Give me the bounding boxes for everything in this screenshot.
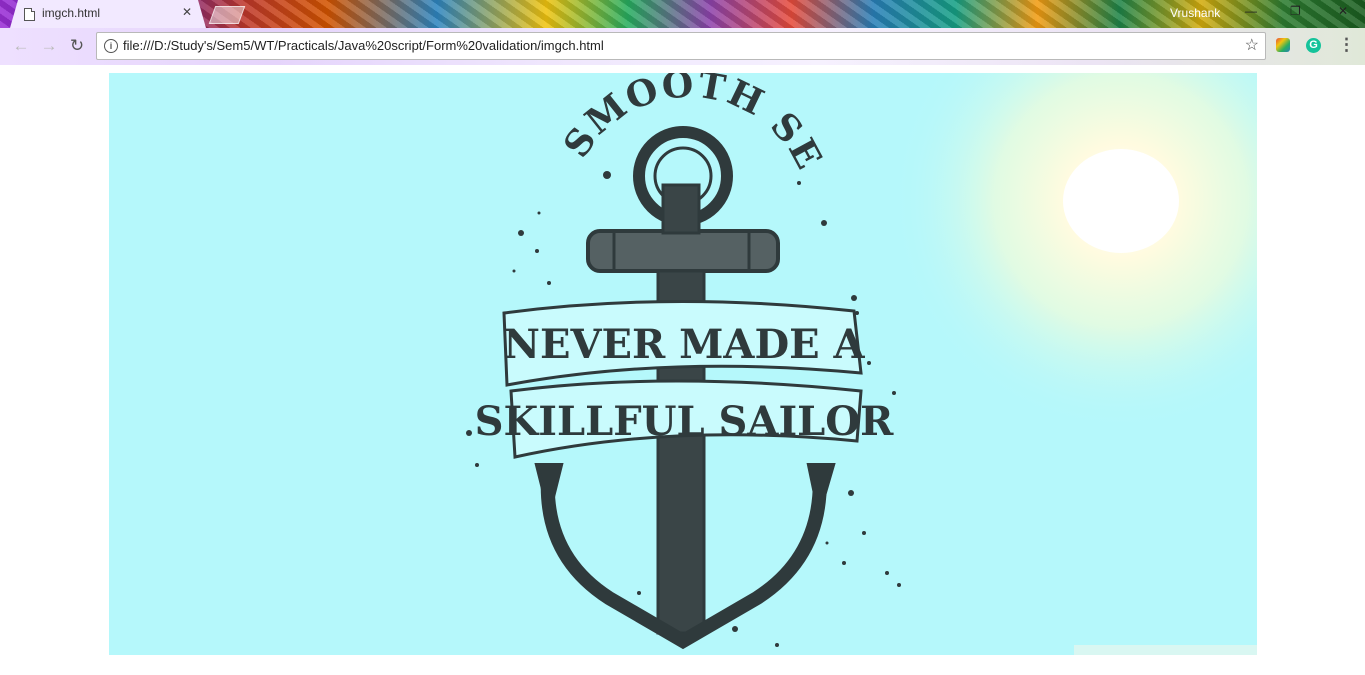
reload-icon[interactable]: ↻ [66,36,88,56]
corner-fade [1074,645,1257,655]
tab-imgch[interactable]: imgch.html ✕ [10,0,206,28]
anchor-illustration: A SMOOTH SEA NEVER MADE A SKILLFUL SAILO… [109,73,1257,655]
sun [1063,149,1179,253]
document-icon [24,8,35,21]
address-bar[interactable]: i file:///D:/Study's/Sem5/WT/Practicals/… [96,32,1266,60]
minimize-icon[interactable]: — [1245,4,1257,18]
tab-title: imgch.html [42,6,101,20]
anchor-poster-image: A SMOOTH SEA NEVER MADE A SKILLFUL SAILO… [109,73,1257,655]
menu-icon[interactable]: ⋮ [1338,35,1355,55]
grammarly-icon[interactable]: G [1306,38,1321,53]
browser-toolbar: ← → ↻ i file:///D:/Study's/Sem5/WT/Pract… [0,28,1365,65]
back-arrow-icon[interactable]: ← [10,36,32,56]
url-text[interactable]: file:///D:/Study's/Sem5/WT/Practicals/Ja… [123,38,604,53]
forward-arrow-icon[interactable]: → [38,36,60,56]
bookmark-star-icon[interactable]: ☆ [1245,35,1259,55]
page-content: A SMOOTH SEA NEVER MADE A SKILLFUL SAILO… [0,65,1365,675]
window-close-icon[interactable]: ✕ [1338,4,1348,18]
new-tab-button[interactable] [208,6,246,24]
tab-close-icon[interactable]: ✕ [182,5,192,19]
banner-line2: SKILLFUL SAILOR [475,398,895,445]
banner-line1: NEVER MADE A [503,321,865,368]
extension-icon[interactable] [1276,38,1290,52]
browser-titlebar: imgch.html ✕ Vrushank — ❐ ✕ [0,0,1365,28]
profile-name[interactable]: Vrushank [1170,6,1220,20]
sun-glow [891,73,1257,431]
maximize-icon[interactable]: ❐ [1290,4,1301,18]
info-icon[interactable]: i [104,39,118,53]
